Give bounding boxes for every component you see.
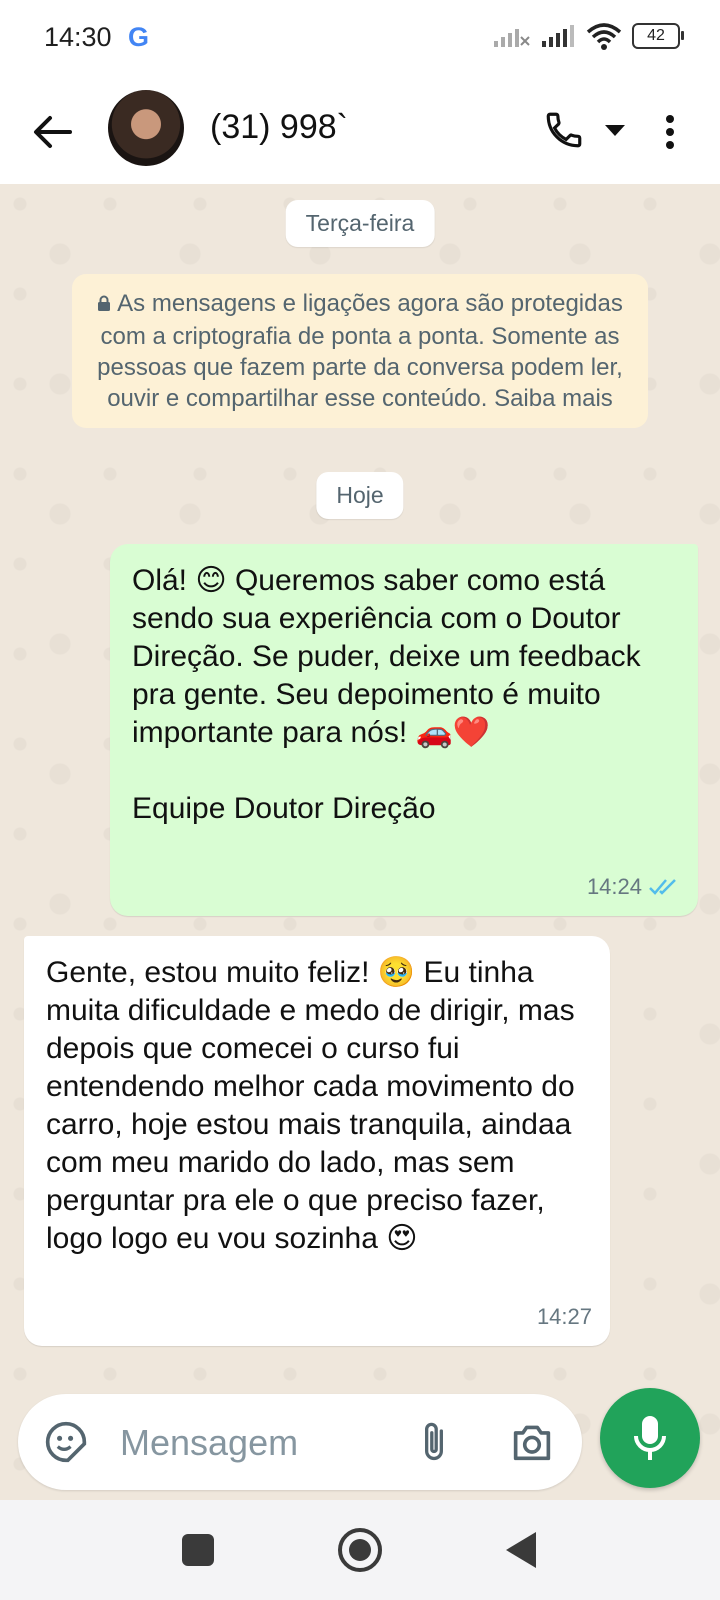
more-options-button[interactable] — [650, 104, 690, 160]
outgoing-message[interactable]: Olá! 😊 Queremos saber como está sendo su… — [110, 544, 698, 916]
incoming-message[interactable]: Gente, estou muito feliz! 🥹 Eu tinha mui… — [24, 936, 610, 1346]
message-time: 14:24 — [586, 874, 642, 899]
chat-header: (31) 998` — [0, 80, 720, 184]
contact-name[interactable]: (31) 998` — [210, 108, 350, 147]
encryption-notice[interactable]: As mensagens e ligações agora são proteg… — [72, 274, 648, 428]
microphone-icon — [634, 1416, 666, 1460]
status-bar: 14:30 G 42 — [0, 0, 720, 80]
signal-off-icon — [494, 29, 530, 47]
message-meta: 14:24 — [587, 868, 680, 906]
status-icons: 42 — [492, 22, 684, 50]
call-options-dropdown[interactable] — [600, 116, 630, 146]
attach-button[interactable] — [410, 1418, 458, 1466]
encryption-notice-text: As mensagens e ligações agora são proteg… — [97, 290, 623, 412]
phone-icon — [546, 112, 582, 148]
wifi-icon — [586, 23, 622, 50]
paperclip-icon — [425, 1422, 443, 1461]
message-meta: 14:27 — [537, 1298, 592, 1336]
message-composer — [18, 1394, 582, 1490]
back-arrow-icon — [34, 116, 72, 148]
camera-button[interactable] — [506, 1418, 558, 1466]
more-vert-icon — [666, 115, 674, 149]
sticker-icon — [45, 1421, 87, 1463]
dropdown-arrow-icon — [605, 125, 625, 136]
date-chip-tuesday: Terça-feira — [285, 200, 435, 247]
avatar[interactable] — [108, 90, 184, 166]
signal-icon — [542, 25, 574, 47]
voice-message-button[interactable] — [600, 1388, 700, 1488]
date-chip-today: Hoje — [316, 472, 404, 519]
system-nav-bar — [0, 1500, 720, 1600]
sticker-button[interactable] — [42, 1418, 90, 1466]
voice-call-button[interactable] — [538, 104, 590, 156]
nav-back-button[interactable] — [506, 1532, 536, 1568]
double-check-icon — [649, 879, 676, 895]
home-icon — [349, 1539, 371, 1561]
home-button[interactable] — [338, 1528, 382, 1572]
message-text: Olá! 😊 Queremos saber como está sendo su… — [132, 564, 641, 825]
lock-icon — [97, 290, 111, 321]
recent-apps-button[interactable] — [182, 1534, 214, 1566]
battery-icon: 42 — [632, 23, 684, 49]
camera-icon — [513, 1425, 551, 1461]
back-button[interactable] — [26, 106, 78, 158]
message-time: 14:27 — [536, 1304, 592, 1329]
chat-area[interactable]: Terça-feira As mensagens e ligações agor… — [0, 184, 720, 1500]
message-text: Gente, estou muito feliz! 🥹 Eu tinha mui… — [46, 956, 584, 1255]
message-input[interactable] — [118, 1416, 382, 1470]
status-time: 14:30 — [44, 22, 112, 52]
google-icon: G — [128, 22, 150, 52]
